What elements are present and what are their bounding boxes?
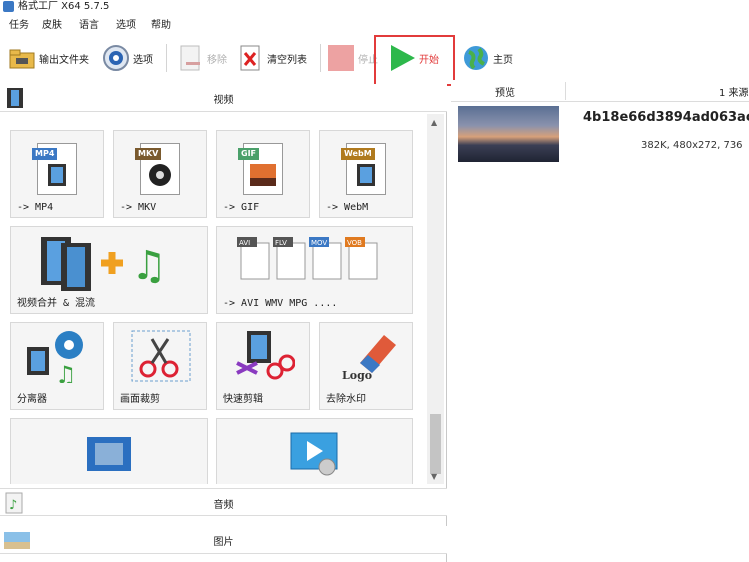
folder-icon bbox=[8, 44, 36, 72]
svg-text:♫: ♫ bbox=[131, 243, 167, 289]
video-tools-grid: MP4 -> MP4 MKV -> MKV GIF -> GIF WebM ->… bbox=[0, 114, 427, 484]
svg-text:MOV: MOV bbox=[311, 239, 327, 247]
svg-text:VOB: VOB bbox=[347, 239, 362, 247]
scroll-down-icon[interactable]: ▼ bbox=[431, 472, 437, 481]
tile-to-gif[interactable]: GIF -> GIF bbox=[216, 130, 310, 218]
video-thumbnail[interactable] bbox=[458, 106, 559, 162]
category-panel: 视频 MP4 -> MP4 MKV -> MKV GIF -> GIF WebM… bbox=[0, 84, 447, 562]
gif-file-icon: GIF bbox=[238, 143, 283, 195]
column-divider[interactable] bbox=[565, 82, 566, 100]
menu-help[interactable]: 帮助 bbox=[151, 18, 171, 34]
menu-options[interactable]: 选项 bbox=[116, 18, 136, 34]
tile-crop[interactable]: 画面裁剪 bbox=[113, 322, 207, 410]
globe-icon bbox=[462, 44, 490, 72]
svg-text:♫: ♫ bbox=[55, 361, 77, 383]
svg-text:Logo: Logo bbox=[342, 369, 372, 382]
menu-bar: 任务 皮肤 语言 选项 帮助 bbox=[0, 18, 749, 34]
svg-text:FLV: FLV bbox=[275, 239, 287, 247]
category-audio[interactable]: ♪ 音频 bbox=[0, 488, 447, 516]
stop-button[interactable]: 停止 bbox=[327, 40, 378, 76]
scroll-up-icon[interactable]: ▲ bbox=[431, 118, 437, 127]
clear-list-icon bbox=[236, 44, 264, 72]
mkv-file-icon: MKV bbox=[135, 143, 180, 195]
tile-merge-mux[interactable]: ♫ 视频合并 & 混流 bbox=[10, 226, 208, 314]
toolbar-separator bbox=[320, 44, 321, 72]
multi-format-icon: AVI FLV MOV VOB bbox=[237, 237, 378, 280]
task-file-info: 382K, 480x272, 736 bbox=[641, 140, 743, 151]
video-tool-icon bbox=[87, 437, 131, 471]
start-highlight-box bbox=[374, 35, 455, 86]
clear-list-button[interactable]: 清空列表 bbox=[236, 40, 307, 76]
gear-icon bbox=[102, 44, 130, 72]
task-list-header: 预览 1 来源 bbox=[451, 80, 749, 102]
toolbar-separator bbox=[166, 44, 167, 72]
tile-to-avi-wmv-mpg[interactable]: AVI FLV MOV VOB -> AVI WMV MPG .... bbox=[216, 226, 413, 314]
scissors-icon bbox=[131, 330, 191, 382]
tile-to-webm[interactable]: WebM -> WebM bbox=[319, 130, 413, 218]
task-list-panel: 预览 1 来源 4b18e66d3894ad063ac5 382K, 480x2… bbox=[451, 80, 749, 562]
stop-icon bbox=[327, 44, 355, 72]
tile-to-mp4[interactable]: MP4 -> MP4 bbox=[10, 130, 104, 218]
options-button[interactable]: 选项 bbox=[102, 40, 153, 76]
splitter-icon: ♫ bbox=[27, 331, 83, 383]
tile-splitter[interactable]: ♫ 分离器 bbox=[10, 322, 104, 410]
window-title: 格式工厂 X64 5.7.5 bbox=[18, 1, 110, 12]
col-preview[interactable]: 预览 bbox=[495, 84, 515, 99]
title-bar: 格式工厂 X64 5.7.5 bbox=[0, 0, 749, 14]
category-image[interactable]: 图片 bbox=[0, 526, 447, 554]
merge-icon: ♫ bbox=[41, 237, 167, 291]
video-player-icon bbox=[290, 432, 338, 476]
quick-clip-icon bbox=[236, 331, 295, 380]
menu-task[interactable]: 任务 bbox=[9, 18, 29, 34]
tile-video-extra-2[interactable] bbox=[216, 418, 413, 484]
task-file-name[interactable]: 4b18e66d3894ad063ac5 bbox=[583, 110, 749, 125]
tile-remove-watermark[interactable]: Logo 去除水印 bbox=[319, 322, 413, 410]
tools-scrollbar[interactable]: ▲ ▼ bbox=[427, 114, 444, 484]
svg-text:AVI: AVI bbox=[239, 239, 250, 247]
home-button[interactable]: 主页 bbox=[462, 40, 513, 76]
eraser-icon: Logo bbox=[342, 335, 396, 382]
remove-button[interactable]: 移除 bbox=[176, 40, 227, 76]
col-source[interactable]: 1 来源 bbox=[719, 84, 749, 99]
category-video[interactable]: 视频 bbox=[0, 84, 447, 112]
app-icon bbox=[3, 1, 14, 12]
tile-to-mkv[interactable]: MKV -> MKV bbox=[113, 130, 207, 218]
output-folder-button[interactable]: 输出文件夹 bbox=[8, 40, 89, 76]
menu-skin[interactable]: 皮肤 bbox=[42, 18, 62, 34]
tile-video-extra-1[interactable] bbox=[10, 418, 208, 484]
menu-language[interactable]: 语言 bbox=[79, 18, 99, 34]
tile-quick-clip[interactable]: 快速剪辑 bbox=[216, 322, 310, 410]
webm-file-icon: WebM bbox=[341, 143, 386, 195]
remove-icon bbox=[176, 44, 204, 72]
scroll-thumb[interactable] bbox=[430, 414, 441, 474]
mp4-file-icon: MP4 bbox=[32, 143, 77, 195]
